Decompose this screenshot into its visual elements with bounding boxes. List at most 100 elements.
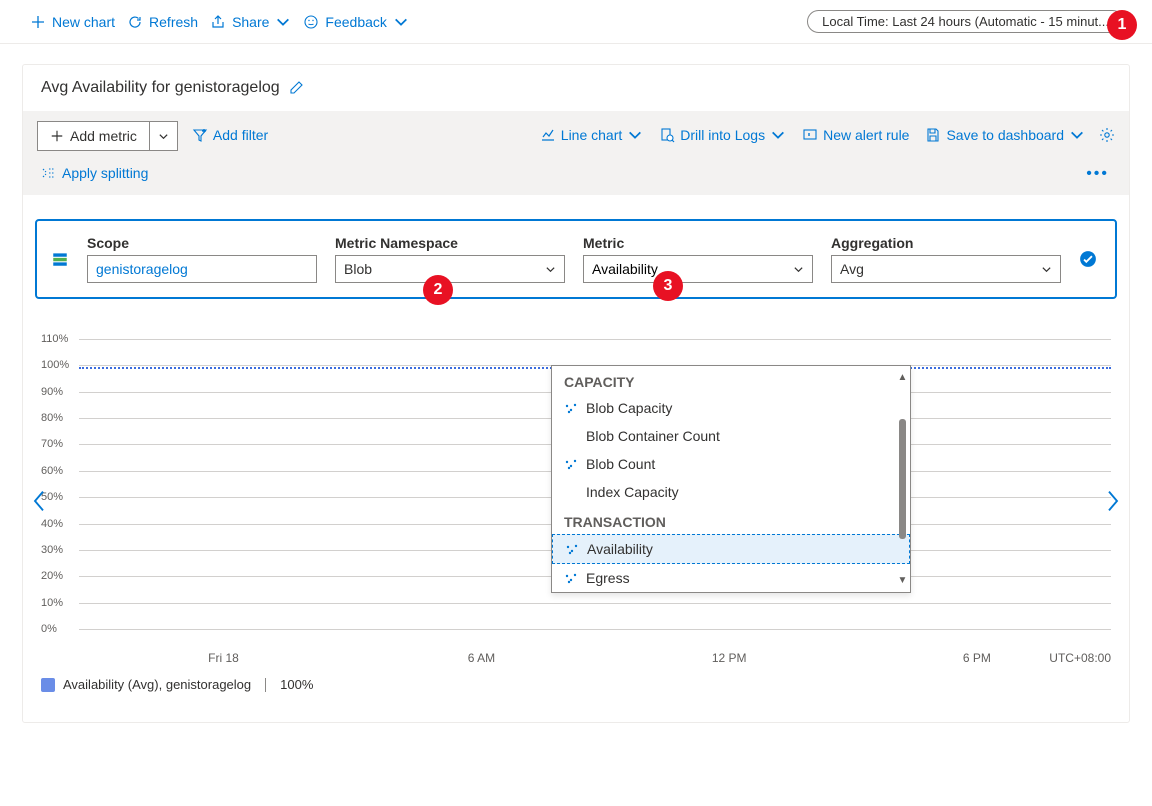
legend-value: 100% bbox=[280, 677, 313, 692]
scroll-thumb[interactable] bbox=[899, 419, 906, 539]
y-tick: 110% bbox=[41, 333, 68, 345]
metric-config-row: Scope genistoragelog Metric Namespace Bl… bbox=[35, 219, 1117, 299]
more-menu-button[interactable]: ••• bbox=[1080, 159, 1115, 189]
add-filter-label: Add filter bbox=[213, 127, 268, 143]
dropdown-item-index-capacity[interactable]: Index Capacity bbox=[552, 478, 910, 506]
edit-icon[interactable] bbox=[288, 80, 304, 96]
x-tick: 6 PM bbox=[963, 651, 991, 665]
apply-splitting-button[interactable]: Apply splitting bbox=[39, 159, 150, 187]
scope-control[interactable]: genistoragelog bbox=[87, 255, 317, 283]
face-icon bbox=[303, 14, 319, 30]
add-filter-button[interactable]: Add filter bbox=[190, 121, 270, 149]
card-title: Avg Availability for genistoragelog bbox=[41, 79, 280, 97]
chevron-down-icon bbox=[545, 264, 556, 275]
chevron-down-icon bbox=[627, 127, 643, 143]
y-tick: 90% bbox=[41, 386, 63, 398]
settings-button[interactable] bbox=[1099, 121, 1115, 149]
feedback-label: Feedback bbox=[325, 14, 386, 30]
dropdown-item-blob-capacity[interactable]: Blob Capacity bbox=[552, 394, 910, 422]
y-tick: 30% bbox=[41, 544, 63, 556]
add-metric-split[interactable] bbox=[149, 122, 177, 150]
save-icon bbox=[925, 127, 941, 143]
nav-next-button[interactable] bbox=[1105, 489, 1121, 519]
split-icon bbox=[41, 165, 57, 181]
metric-dropdown-panel: CAPACITY Blob Capacity Blob Container Co… bbox=[551, 365, 911, 593]
refresh-icon bbox=[127, 14, 143, 30]
y-tick: 20% bbox=[41, 570, 63, 582]
namespace-value: Blob bbox=[344, 261, 372, 277]
chevron-right-icon bbox=[1105, 489, 1121, 513]
y-tick: 40% bbox=[41, 518, 63, 530]
dropdown-scrollbar[interactable]: ▲ ▼ bbox=[897, 372, 908, 586]
gear-icon bbox=[1099, 127, 1115, 143]
line-chart-icon bbox=[540, 127, 556, 143]
x-tick: 6 AM bbox=[468, 651, 495, 665]
chevron-down-icon bbox=[275, 14, 291, 30]
nav-prev-button[interactable] bbox=[31, 489, 47, 519]
filter-icon bbox=[192, 127, 208, 143]
legend: Availability (Avg), genistoragelog 100% bbox=[41, 677, 1111, 692]
top-toolbar: New chart Refresh Share Feedback Local T… bbox=[0, 0, 1152, 44]
plus-icon bbox=[30, 14, 46, 30]
check-icon[interactable] bbox=[1079, 250, 1097, 268]
new-alert-rule-button[interactable]: New alert rule bbox=[800, 121, 911, 149]
chevron-down-icon bbox=[1069, 127, 1085, 143]
line-chart-label: Line chart bbox=[561, 127, 622, 143]
plus-icon bbox=[50, 129, 64, 143]
scope-value: genistoragelog bbox=[96, 261, 188, 277]
share-button[interactable]: Share bbox=[208, 10, 293, 34]
new-chart-button[interactable]: New chart bbox=[28, 10, 117, 34]
save-dashboard-label: Save to dashboard bbox=[946, 127, 1064, 143]
feedback-button[interactable]: Feedback bbox=[301, 10, 410, 34]
time-range-text: Local Time: Last 24 hours (Automatic - 1… bbox=[822, 14, 1109, 29]
chart-actions-bar: Add metric Add filter Line chart Drill i… bbox=[23, 111, 1129, 195]
callout-badge-1: 1 bbox=[1107, 10, 1137, 40]
scroll-down-icon[interactable]: ▼ bbox=[898, 575, 908, 586]
aggregation-control[interactable]: Avg bbox=[831, 255, 1061, 283]
chevron-down-icon bbox=[158, 131, 169, 142]
chevron-down-icon bbox=[393, 14, 409, 30]
namespace-label: Metric Namespace bbox=[335, 235, 565, 251]
add-metric-main[interactable]: Add metric bbox=[38, 122, 149, 150]
callout-badge-2: 2 bbox=[423, 275, 453, 305]
y-tick: 0% bbox=[41, 623, 57, 635]
refresh-button[interactable]: Refresh bbox=[125, 10, 200, 34]
y-tick: 70% bbox=[41, 438, 63, 450]
y-tick: 80% bbox=[41, 412, 63, 424]
scroll-up-icon[interactable]: ▲ bbox=[898, 372, 908, 383]
metric-dots-icon bbox=[565, 542, 579, 556]
logs-icon bbox=[659, 127, 675, 143]
time-range-picker[interactable]: Local Time: Last 24 hours (Automatic - 1… bbox=[807, 10, 1124, 33]
namespace-control[interactable]: Blob bbox=[335, 255, 565, 283]
alert-icon bbox=[802, 127, 818, 143]
share-label: Share bbox=[232, 14, 269, 30]
metric-control[interactable]: Availability bbox=[583, 255, 813, 283]
dropdown-item-blob-container-count[interactable]: Blob Container Count bbox=[552, 422, 910, 450]
legend-swatch bbox=[41, 678, 55, 692]
chevron-down-icon bbox=[793, 264, 804, 275]
refresh-label: Refresh bbox=[149, 14, 198, 30]
dropdown-item-blob-count[interactable]: Blob Count bbox=[552, 450, 910, 478]
apply-splitting-label: Apply splitting bbox=[62, 165, 148, 181]
dropdown-group-capacity: CAPACITY bbox=[552, 366, 910, 394]
drill-logs-button[interactable]: Drill into Logs bbox=[657, 121, 788, 149]
aggregation-value: Avg bbox=[840, 261, 864, 277]
metric-dots-icon bbox=[564, 571, 578, 585]
legend-label: Availability (Avg), genistoragelog bbox=[63, 677, 251, 692]
y-tick: 60% bbox=[41, 465, 63, 477]
y-tick: 10% bbox=[41, 597, 63, 609]
chevron-left-icon bbox=[31, 489, 47, 513]
new-alert-label: New alert rule bbox=[823, 127, 909, 143]
x-tick: Fri 18 bbox=[208, 651, 239, 665]
drill-logs-label: Drill into Logs bbox=[680, 127, 765, 143]
dropdown-item-availability[interactable]: Availability bbox=[552, 534, 910, 564]
x-tick: 12 PM bbox=[712, 651, 747, 665]
save-dashboard-button[interactable]: Save to dashboard bbox=[923, 121, 1087, 149]
metric-field: Metric Availability bbox=[583, 235, 813, 283]
add-metric-button[interactable]: Add metric bbox=[37, 121, 178, 151]
namespace-field: Metric Namespace Blob bbox=[335, 235, 565, 283]
line-chart-button[interactable]: Line chart bbox=[538, 121, 645, 149]
chevron-down-icon bbox=[1041, 264, 1052, 275]
dropdown-item-egress[interactable]: Egress bbox=[552, 564, 910, 592]
share-icon bbox=[210, 14, 226, 30]
